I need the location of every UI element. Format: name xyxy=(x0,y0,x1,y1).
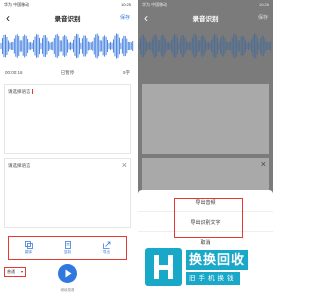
action-bar: 翻译 复制 导出 xyxy=(8,236,127,260)
export-label: 导出 xyxy=(103,250,110,254)
close-icon[interactable]: × xyxy=(122,160,127,170)
watermark-title: 换换回收 xyxy=(186,250,249,270)
time-row: 00:00:16 已暂停 5字 xyxy=(5,70,130,78)
export-icon xyxy=(102,241,111,249)
play-icon xyxy=(65,269,72,278)
language-select[interactable]: 普通 ▾ xyxy=(4,267,26,277)
waveform[interactable] xyxy=(138,32,273,60)
panel-label: 请选择语言 xyxy=(8,89,33,95)
translate-button[interactable]: 翻译 xyxy=(9,237,48,259)
logo-tile-icon xyxy=(145,248,182,286)
waveform[interactable] xyxy=(0,32,135,60)
translation-panel[interactable]: 请选择语言 × xyxy=(4,158,131,228)
translate-label: 翻译 xyxy=(25,250,32,254)
copy-button[interactable]: 复制 xyxy=(48,237,87,259)
clock: 10:26 xyxy=(258,2,269,7)
page-title: 录音识别 xyxy=(192,16,219,23)
panel-label: 请选择语言 xyxy=(8,163,31,168)
left-screen: 华为 中国移动 10:25 ‹ 录音识别 保存 00:00:16 已暂停 5字 … xyxy=(0,0,135,300)
page-title: 录音识别 xyxy=(54,16,81,23)
copy-label: 复制 xyxy=(64,250,71,254)
status-bar: 华为 中国移动 10:25 xyxy=(0,0,135,9)
top-bar: ‹ 录音识别 保存 xyxy=(0,10,135,28)
transcript-panel xyxy=(142,84,269,154)
record-hint: 继续录音 xyxy=(60,288,75,292)
language-value: 普通 xyxy=(7,269,15,274)
text-caret xyxy=(31,89,33,95)
transcript-panel[interactable]: 请选择语言 xyxy=(4,84,131,154)
copy-icon xyxy=(63,241,72,249)
chevron-down-icon: ▾ xyxy=(20,269,23,274)
translate-icon xyxy=(24,241,33,249)
watermark-subtitle: 旧手机换钱 xyxy=(186,272,240,285)
paused-status: 已暂停 xyxy=(60,70,75,75)
watermark-logo: 换换回收 旧手机换钱 xyxy=(145,248,271,298)
close-icon[interactable]: × xyxy=(261,159,266,169)
export-button[interactable]: 导出 xyxy=(87,237,126,259)
highlight-box xyxy=(174,198,243,238)
status-bar: 华为 中国移动 10:26 xyxy=(138,0,273,9)
save-button[interactable]: 保存 xyxy=(120,14,130,21)
top-bar: ‹ 录音识别 保存 xyxy=(138,10,273,28)
carrier-label: 华为 中国移动 xyxy=(142,2,168,7)
char-count: 5字 xyxy=(122,70,130,75)
save-button[interactable]: 保存 xyxy=(258,14,268,21)
carrier-label: 华为 中国移动 xyxy=(4,2,30,7)
resume-record-button[interactable] xyxy=(58,264,77,283)
bottom-bar: 普通 ▾ 继续录音 xyxy=(0,262,135,300)
clock: 10:25 xyxy=(120,2,131,7)
